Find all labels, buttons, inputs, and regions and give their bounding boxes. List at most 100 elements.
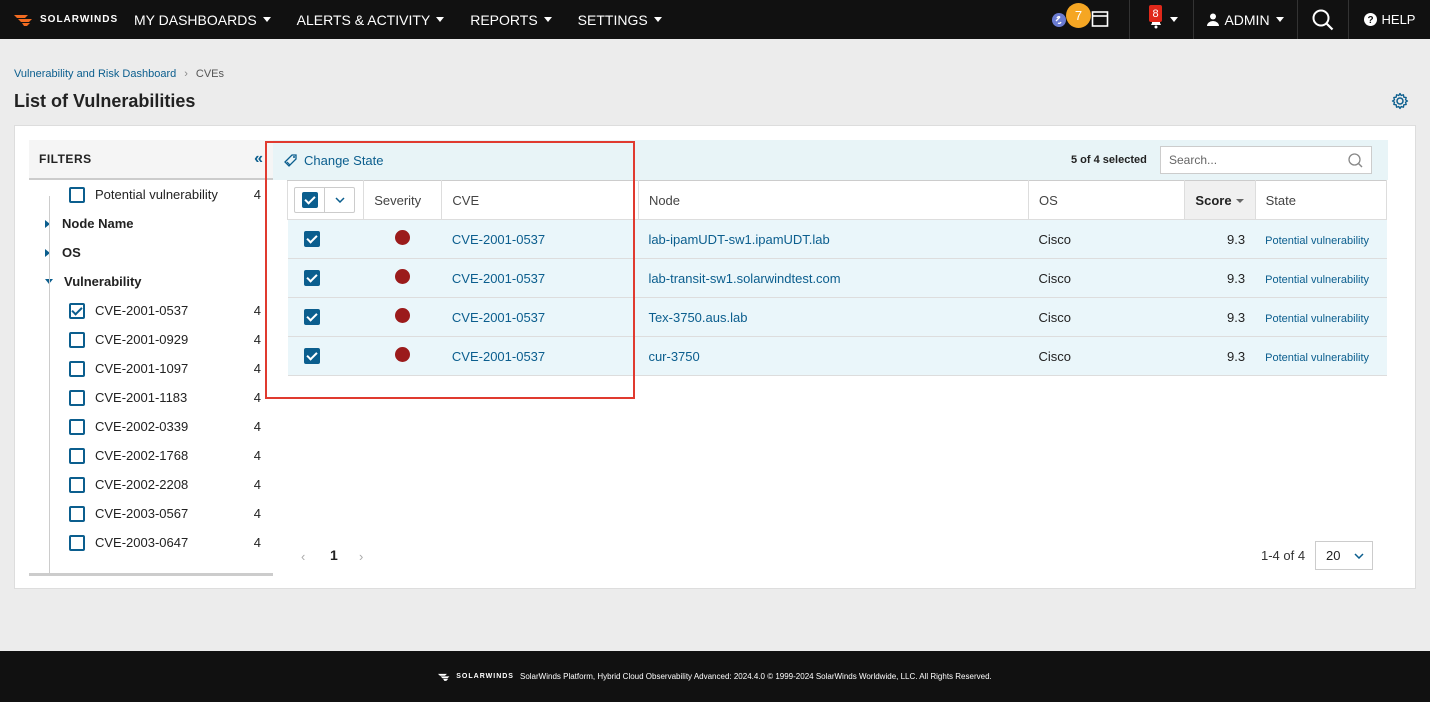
filter-checkbox[interactable] [69, 418, 85, 435]
filter-item-cve[interactable]: CVE-2002-0339 4 [29, 412, 273, 441]
chevron-right-icon[interactable]: › [359, 549, 363, 564]
state-link[interactable]: Potential vulnerability [1265, 313, 1369, 325]
breadcrumb-parent-link[interactable]: Vulnerability and Risk Dashboard [14, 68, 176, 80]
score-cell: 9.3 [1184, 336, 1256, 376]
change-state-button[interactable]: Change State [283, 152, 384, 168]
state-link[interactable]: Potential vulnerability [1265, 235, 1369, 247]
column-header-cve[interactable]: CVE [441, 180, 639, 220]
filter-group-vulnerability[interactable]: Vulnerability [29, 267, 273, 296]
pagination: ‹ 1 › 1-4 of 4 20 [273, 541, 1388, 571]
filter-item-count: 4 [253, 535, 261, 550]
search-button[interactable] [1298, 0, 1348, 39]
notifications-button[interactable]: 7 [1051, 0, 1129, 39]
nav-settings[interactable]: SETTINGS [578, 12, 676, 28]
column-header-os[interactable]: OS [1027, 180, 1186, 220]
tag-edit-icon [284, 154, 297, 167]
os-cell: Cisco [1028, 336, 1185, 376]
alert-count-badge: 8 [1149, 5, 1162, 22]
filter-group-label: Node Name [62, 216, 134, 231]
select-all-checkbox[interactable] [301, 192, 318, 208]
table-row[interactable]: CVE-2001-0537 lab-ipamUDT-sw1.ipamUDT.la… [287, 219, 1387, 259]
filter-checkbox[interactable] [69, 331, 85, 348]
filter-checkbox[interactable] [69, 186, 85, 203]
state-link[interactable]: Potential vulnerability [1265, 274, 1369, 286]
severity-critical-icon [395, 347, 411, 362]
filter-item-label: CVE-2001-1097 [95, 361, 189, 376]
user-menu[interactable]: ADMIN [1194, 0, 1297, 39]
select-menu-button[interactable] [325, 197, 354, 203]
cve-link[interactable]: CVE-2001-0537 [452, 232, 545, 247]
filter-item-cve[interactable]: CVE-2002-1768 4 [29, 441, 273, 470]
nav-label: MY DASHBOARDS [134, 11, 257, 28]
filter-item-label: CVE-2002-0339 [95, 419, 189, 434]
node-link[interactable]: cur-3750 [648, 349, 699, 364]
node-link[interactable]: lab-transit-sw1.solarwindtest.com [648, 271, 840, 286]
filter-checkbox[interactable] [69, 360, 85, 377]
cve-link[interactable]: CVE-2001-0537 [452, 310, 545, 325]
page-title: List of Vulnerabilities [14, 91, 196, 111]
column-header-severity[interactable]: Severity [363, 180, 443, 220]
filter-item-count: 4 [253, 303, 261, 318]
nav-alerts-activity[interactable]: ALERTS & ACTIVITY [297, 12, 459, 28]
filter-checkbox[interactable] [69, 389, 85, 406]
page-number-current[interactable]: 1 [330, 547, 338, 563]
row-checkbox[interactable] [303, 270, 320, 286]
node-link[interactable]: lab-ipamUDT-sw1.ipamUDT.lab [648, 232, 829, 247]
column-header-score[interactable]: Score [1184, 180, 1256, 220]
filter-item-cve[interactable]: CVE-2001-0929 4 [29, 325, 273, 354]
filter-checkbox[interactable] [69, 476, 85, 493]
filter-item-potential-vulnerability[interactable]: Potential vulnerability 4 [29, 180, 273, 209]
filter-item-cve[interactable]: CVE-2001-1097 4 [29, 354, 273, 383]
filter-item-cve[interactable]: CVE-2003-0567 4 [29, 499, 273, 528]
nav-label: SETTINGS [577, 11, 648, 28]
severity-critical-icon [395, 230, 411, 245]
solarwinds-logo-icon [14, 14, 32, 26]
table-row[interactable]: CVE-2001-0537 lab-transit-sw1.solarwindt… [287, 258, 1387, 298]
nav-my-dashboards[interactable]: MY DASHBOARDS [134, 12, 285, 28]
table-row[interactable]: CVE-2001-0537 cur-3750 Cisco 9.3 Potenti… [287, 336, 1387, 376]
filter-item-cve[interactable]: CVE-2001-1183 4 [29, 383, 273, 412]
help-button[interactable]: ? HELP [1349, 0, 1430, 39]
node-link[interactable]: Tex-3750.aus.lab [648, 310, 747, 325]
column-header-state[interactable]: State [1254, 180, 1388, 220]
main-panel: FILTERS « Potential vulnerability 4 Node… [14, 125, 1416, 589]
chevron-down-icon [1354, 552, 1364, 559]
filter-group-node-name[interactable]: Node Name [29, 209, 273, 238]
column-header-node[interactable]: Node [637, 180, 1030, 220]
solarwinds-logo[interactable]: SOLARWINDS [14, 13, 122, 27]
collapse-icon[interactable]: « [254, 150, 263, 168]
table-row[interactable]: CVE-2001-0537 Tex-3750.aus.lab Cisco 9.3… [287, 297, 1387, 337]
chevron-left-icon[interactable]: ‹ [301, 549, 305, 564]
row-checkbox[interactable] [303, 348, 320, 364]
search-icon[interactable] [1348, 152, 1363, 168]
help-icon: ? [1363, 13, 1377, 26]
filter-checkbox[interactable] [69, 505, 85, 522]
filter-group-os[interactable]: OS [29, 238, 273, 267]
filter-checkbox-checked[interactable] [69, 302, 85, 319]
row-checkbox[interactable] [303, 309, 320, 325]
top-nav: SOLARWINDS MY DASHBOARDS ALERTS & ACTIVI… [0, 0, 1430, 39]
state-link[interactable]: Potential vulnerability [1265, 352, 1369, 364]
filter-item-label: CVE-2001-1183 [95, 390, 188, 405]
filter-item-count: 4 [253, 361, 261, 376]
cve-link[interactable]: CVE-2001-0537 [452, 349, 545, 364]
alerts-button[interactable]: 8 [1130, 0, 1193, 39]
page-size-select[interactable]: 20 [1315, 541, 1373, 570]
filter-item-cve[interactable]: CVE-2003-0647 4 [29, 528, 273, 557]
filter-checkbox[interactable] [69, 447, 85, 464]
notification-count-badge: 7 [1066, 3, 1091, 28]
filter-item-count: 4 [253, 187, 261, 202]
nav-reports[interactable]: REPORTS [470, 12, 565, 28]
filter-item-cve[interactable]: CVE-2002-2208 4 [29, 470, 273, 499]
filter-item-cve[interactable]: CVE-2001-0537 4 [29, 296, 273, 325]
cve-link[interactable]: CVE-2001-0537 [452, 271, 545, 286]
footer-copyright: SolarWinds Platform, Hybrid Cloud Observ… [519, 672, 992, 681]
filter-checkbox[interactable] [69, 534, 85, 551]
gear-icon[interactable] [1391, 92, 1409, 110]
search-input[interactable] [1169, 153, 1348, 167]
row-checkbox[interactable] [303, 231, 320, 247]
search-box [1160, 146, 1372, 174]
page-range-text: 1-4 of 4 [1261, 548, 1306, 563]
nav-label: ALERTS & ACTIVITY [296, 11, 431, 28]
user-name: ADMIN [1224, 11, 1270, 28]
